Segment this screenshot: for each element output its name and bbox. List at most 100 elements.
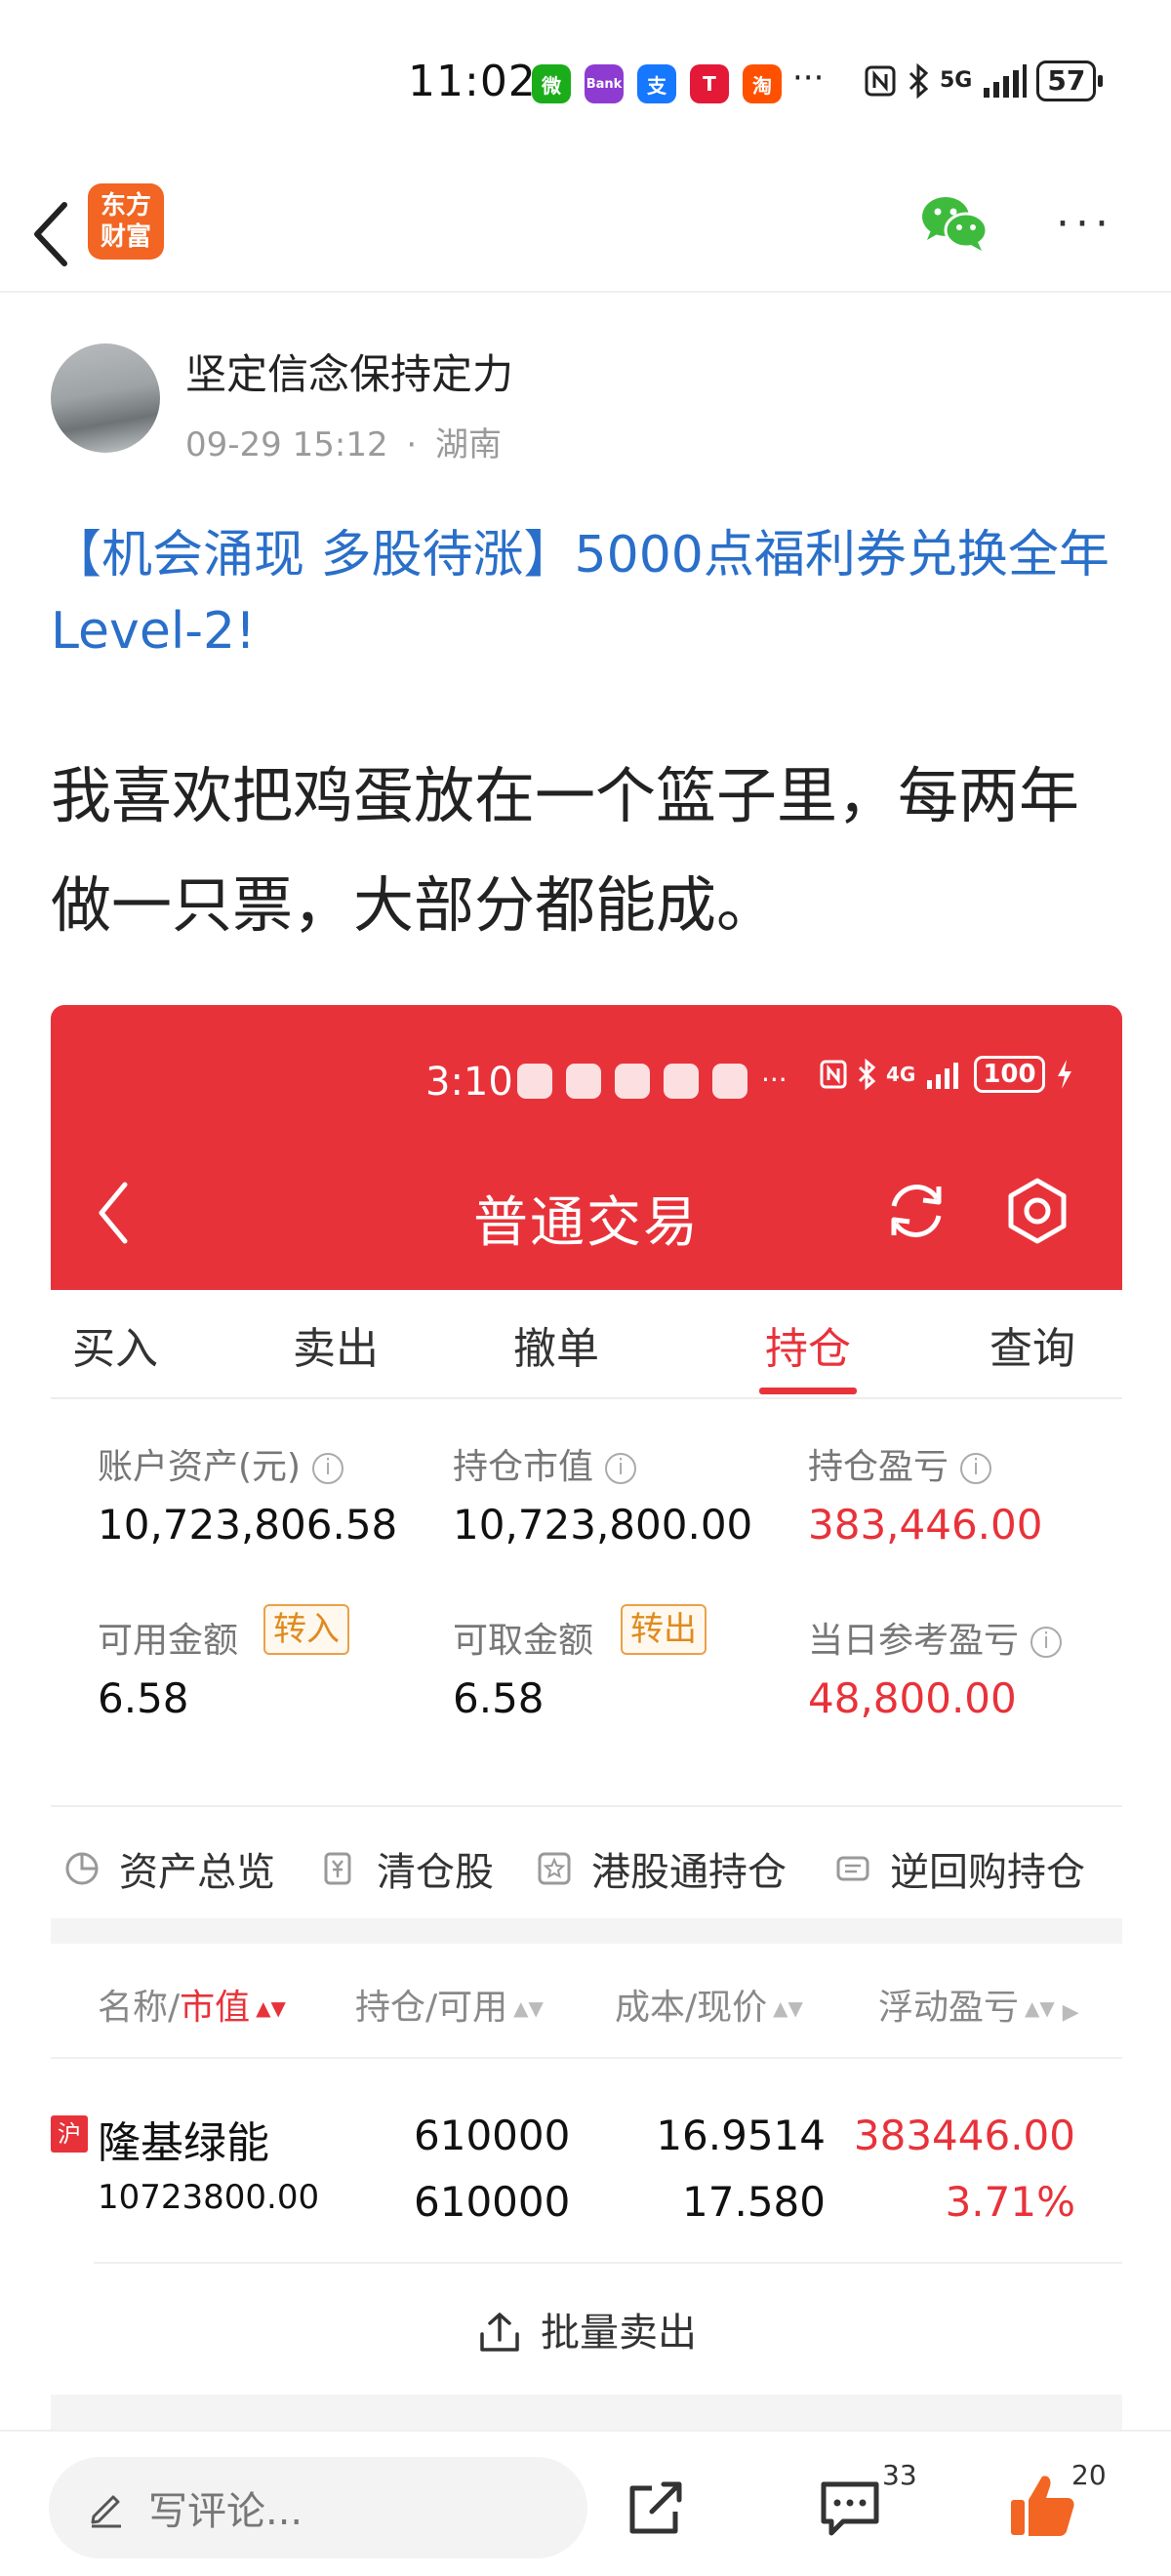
post-meta: 09-29 15:12 · 湖南: [185, 418, 502, 465]
comment-icon[interactable]: [818, 2476, 882, 2539]
notification-icon: [566, 1064, 601, 1099]
pencil-icon: [91, 2495, 121, 2528]
trade-tabs: 买入 卖出 撤单 持仓 查询: [51, 1290, 1122, 1399]
info-icon[interactable]: i: [312, 1453, 344, 1484]
transfer-in-button[interactable]: 转入: [263, 1604, 349, 1655]
author-name[interactable]: 坚定信念保持定力: [185, 342, 513, 401]
eastmoney-logo[interactable]: 东方 财富: [88, 183, 164, 260]
transfer-out-button[interactable]: 转出: [621, 1604, 707, 1655]
more-notifications-icon: ···: [792, 59, 825, 98]
notification-icon: [712, 1064, 747, 1099]
sort-icon: ▲▼: [773, 1996, 803, 2020]
sort-icon: ▲▼: [513, 1996, 544, 2020]
system-indicators: 5G 57: [864, 60, 1104, 101]
notification-icons: 微 Bank 支 T 淘: [532, 64, 782, 103]
status-time: 11:02: [408, 57, 537, 106]
status-bar: 11:02 微 Bank 支 T 淘 ··· 5G 57: [0, 0, 1171, 176]
tab-cancel-order[interactable]: 撤单: [488, 1313, 625, 1376]
float-pl-percent: 3.71%: [945, 2178, 1075, 2226]
quick-cleared-stocks-label: 清仓股: [377, 1850, 494, 1895]
embedded-trading-screenshot[interactable]: 3:10 ··· 4G 100 普通交易 买入 卖出 撤单 持仓 查询 账户资产…: [51, 1005, 1122, 2430]
share-icon[interactable]: [625, 2476, 687, 2539]
batch-sell-label: 批量卖出: [541, 2311, 697, 2355]
daily-pl-value: 48,800.00: [808, 1674, 1017, 1722]
refresh-icon[interactable]: [882, 1177, 950, 1245]
market-value-value: 10,723,800.00: [453, 1501, 753, 1549]
batch-sell-button[interactable]: 批量卖出: [51, 2301, 1122, 2357]
promo-link[interactable]: 【机会涌现 多股待涨】5000点福利券兑换全年Level-2!: [51, 517, 1134, 669]
network-type: 5G: [940, 68, 973, 93]
back-icon[interactable]: [27, 197, 86, 271]
info-icon[interactable]: i: [605, 1453, 637, 1484]
position-qty: 610000: [414, 2112, 571, 2159]
sort-icon: ▲▼: [1025, 1996, 1055, 2020]
bottom-action-bar: 写评论... 33 20: [0, 2430, 1171, 2576]
col-market-value-label: 市值: [180, 1988, 251, 2028]
embedded-more-icon: ···: [761, 1064, 787, 1096]
comment-count: 33: [882, 2459, 917, 2491]
embedded-page-title: 普通交易: [473, 1191, 700, 1255]
account-assets-label-text: 账户资产(元): [98, 1447, 302, 1487]
embedded-battery: 100: [974, 1056, 1045, 1093]
comment-input[interactable]: 写评论...: [49, 2457, 587, 2558]
tab-buy[interactable]: 买入: [51, 1313, 183, 1376]
embedded-network-type: 4G: [886, 1063, 916, 1086]
tab-query[interactable]: 查询: [964, 1313, 1101, 1376]
nfc-icon: [865, 65, 896, 97]
position-pl-value: 383,446.00: [808, 1501, 1043, 1549]
more-options-icon[interactable]: ···: [1056, 199, 1114, 249]
market-value-label: 持仓市值 i: [453, 1438, 637, 1489]
meta-separator: ·: [406, 425, 418, 464]
quick-links: 资产总览 清仓股 港股通持仓 逆回购持仓: [51, 1805, 1122, 1918]
signal-icon: [927, 1063, 959, 1089]
holdings-table-header: 名称/市值 ▲▼ 持仓/可用 ▲▼ 成本/现价 ▲▼ 浮动盈亏 ▲▼ ▶: [51, 1944, 1122, 2059]
col-float-pl-label: 浮动盈亏: [878, 1988, 1020, 2028]
battery-indicator: 57: [1036, 60, 1104, 101]
quick-asset-overview[interactable]: 资产总览: [64, 1840, 275, 1897]
available-value: 6.58: [98, 1674, 189, 1722]
col-float-pl[interactable]: 浮动盈亏 ▲▼ ▶: [878, 1979, 1079, 2030]
notification-icon: [615, 1064, 650, 1099]
position-pl-label: 持仓盈亏 i: [808, 1438, 992, 1489]
scroll-right-icon[interactable]: ▶: [1063, 2000, 1079, 2025]
account-assets-value: 10,723,806.58: [98, 1501, 398, 1549]
stock-name: 隆基绿能: [98, 2118, 269, 2168]
tab-positions[interactable]: 持仓: [740, 1313, 876, 1376]
sort-icon: ▲▼: [256, 1996, 286, 2020]
bank-app-icon: Bank: [585, 64, 624, 103]
col-cost[interactable]: 成本/现价 ▲▼: [615, 1979, 803, 2030]
quick-reverse-repo[interactable]: 逆回购持仓: [835, 1840, 1085, 1897]
quick-cleared-stocks[interactable]: 清仓股: [322, 1840, 494, 1897]
withdrawable-label: 可取金额: [453, 1621, 594, 1661]
col-name-label: 名称/: [98, 1988, 181, 2028]
info-icon[interactable]: i: [1030, 1627, 1063, 1658]
cleared-stock-icon: [324, 1852, 351, 1885]
info-icon[interactable]: i: [960, 1453, 992, 1484]
quick-hk-connect[interactable]: 港股通持仓: [537, 1840, 787, 1897]
daily-pl-label-text: 当日参考盈亏: [808, 1621, 1020, 1661]
like-icon[interactable]: [1007, 2471, 1077, 2541]
float-pl-value: 383446.00: [853, 2112, 1075, 2159]
active-tab-indicator: [759, 1388, 857, 1394]
charging-icon: [1057, 1060, 1071, 1089]
comment-placeholder: 写评论...: [148, 2489, 303, 2534]
embedded-notification-icons: ···: [517, 1064, 787, 1099]
tab-sell[interactable]: 卖出: [267, 1313, 404, 1376]
post-date: 09-29 15:12: [185, 425, 388, 464]
col-name-marketvalue[interactable]: 名称/市值 ▲▼: [98, 1979, 286, 2030]
settings-icon[interactable]: [1003, 1177, 1071, 1245]
stock-market-value: 10723800.00: [98, 2178, 320, 2217]
author-avatar[interactable]: [51, 343, 160, 453]
row-divider: [94, 2262, 1122, 2264]
notification-icon: [517, 1064, 552, 1099]
wechat-app-icon: 微: [532, 64, 571, 103]
notification-icon: [664, 1064, 699, 1099]
nfc-icon: [820, 1060, 847, 1089]
taobao-app-icon: 淘: [743, 64, 782, 103]
col-position[interactable]: 持仓/可用 ▲▼: [355, 1979, 544, 2030]
logo-text-line2: 财富: [100, 222, 151, 252]
post-body: 我喜欢把鸡蛋放在一个篮子里，每两年做一只票，大部分都能成。: [51, 760, 1080, 941]
like-count: 20: [1071, 2459, 1107, 2491]
bluetooth-icon: [909, 63, 929, 99]
wechat-share-icon[interactable]: [919, 193, 989, 254]
